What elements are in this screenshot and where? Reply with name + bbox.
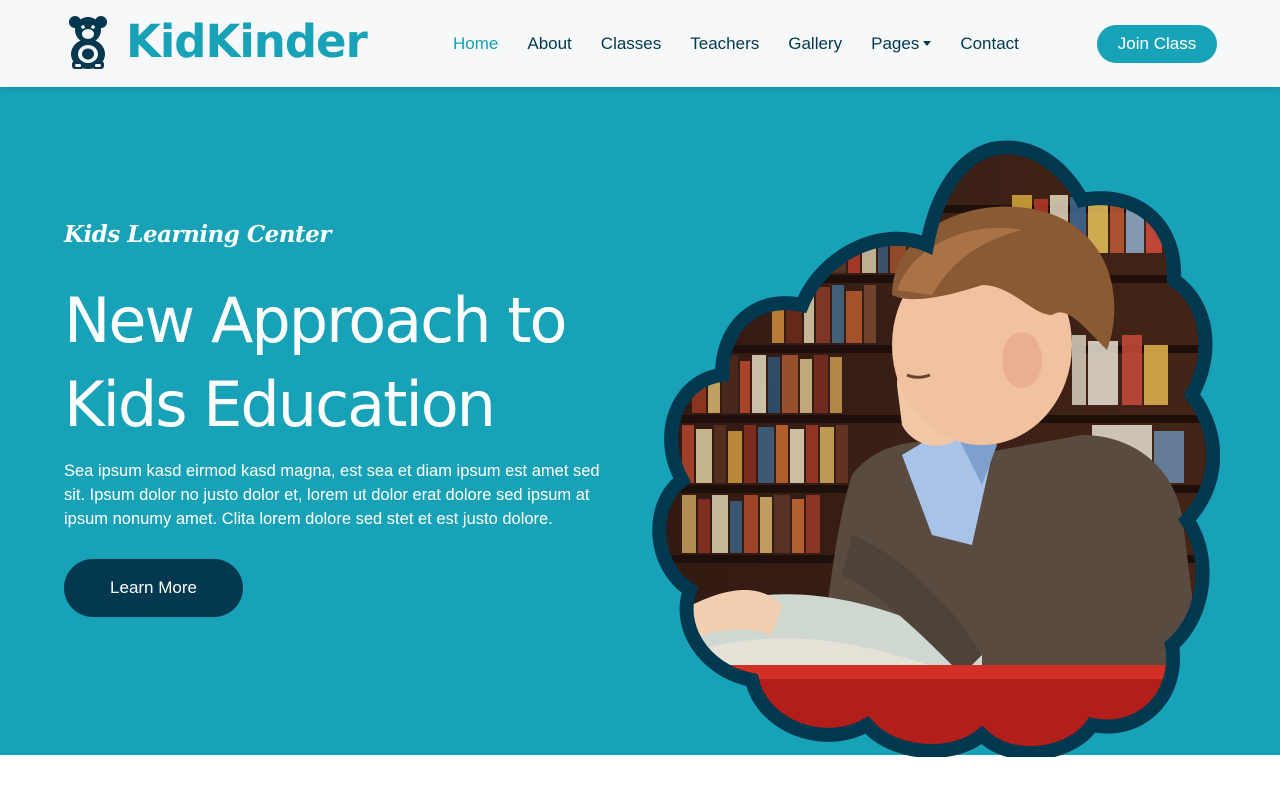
navbar: KidKinder Home About Classes Teachers Ga… [0, 0, 1280, 87]
nav-item-contact[interactable]: Contact [960, 34, 1019, 54]
nav-item-gallery[interactable]: Gallery [788, 34, 842, 54]
caret-down-icon [923, 40, 932, 46]
hero-description: Sea ipsum kasd eirmod kasd magna, est se… [64, 462, 600, 528]
nav-item-pages-dropdown[interactable]: Pages [871, 34, 932, 54]
nav-item-teachers[interactable]: Teachers [690, 34, 759, 54]
brand-logo-link[interactable]: KidKinder [68, 14, 368, 70]
hero-title: New Approach to Kids Education [64, 279, 644, 447]
brand-name: KidKinder [126, 15, 368, 68]
nav-item-classes[interactable]: Classes [601, 34, 661, 54]
hero-title-line-2: Kids Education [64, 368, 496, 441]
learn-more-button[interactable]: Learn More [64, 559, 243, 617]
nav-item-pages-label: Pages [871, 34, 920, 53]
join-class-button[interactable]: Join Class [1097, 25, 1217, 63]
hero-eyebrow: Kids Learning Center [64, 221, 331, 248]
nav-item-home[interactable]: Home [453, 34, 498, 54]
hero-image-boy-reading [652, 140, 1220, 757]
hero-title-line-1: New Approach to [64, 284, 567, 357]
nav-item-about[interactable]: About [527, 34, 571, 54]
teddy-bear-icon [69, 16, 107, 69]
main-nav: Home About Classes Teachers Gallery Page… [453, 32, 1048, 56]
